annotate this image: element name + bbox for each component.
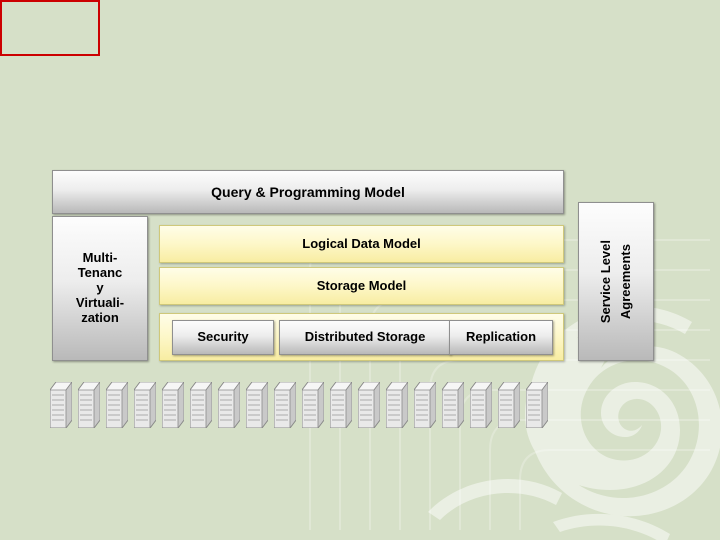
replication-box[interactable]: Replication [449, 320, 553, 355]
storage-model-box[interactable]: Storage Model [159, 267, 564, 305]
server-rack-icon [189, 380, 213, 430]
multi-tenancy-highlight-outline [0, 0, 100, 56]
server-rack-icon [133, 380, 157, 430]
server-rack-icon [357, 380, 381, 430]
service-level-agreements-box[interactable]: Service Level Agreements [578, 202, 654, 361]
service-level-label: Service Level [598, 239, 614, 324]
query-programming-model-label: Query & Programming Model [211, 183, 405, 200]
server-rack-icon [49, 380, 73, 430]
logical-data-model-box[interactable]: Logical Data Model [159, 225, 564, 263]
server-rack-icon [469, 380, 493, 430]
multi-tenancy-line-1: Multi- [82, 250, 118, 266]
logical-data-model-label: Logical Data Model [302, 235, 421, 251]
server-rack-icon [413, 380, 437, 430]
server-rack-icon [105, 380, 129, 430]
replication-label: Replication [465, 329, 537, 345]
query-programming-model-box[interactable]: Query & Programming Model [52, 170, 564, 214]
security-label: Security [197, 329, 249, 345]
multi-tenancy-line-2: Tenanc [77, 265, 123, 281]
server-rack-icon [497, 380, 521, 430]
virtualization-line-1: Virtuali- [75, 294, 125, 310]
server-rack-row [49, 372, 644, 430]
server-rack-icon [525, 380, 549, 430]
server-rack-icon [77, 380, 101, 430]
slide-canvas: Query & Programming Model Multi- Tenanc … [0, 0, 720, 540]
server-rack-icon [441, 380, 465, 430]
storage-model-label: Storage Model [316, 277, 407, 293]
server-rack-icon [217, 380, 241, 430]
security-box[interactable]: Security [172, 320, 274, 355]
server-rack-icon [245, 380, 269, 430]
multi-tenancy-line-3: y [96, 280, 104, 296]
distributed-storage-box[interactable]: Distributed Storage [279, 320, 451, 355]
virtualization-line-2: zation [81, 309, 119, 325]
server-rack-icon [329, 380, 353, 430]
server-rack-icon [385, 380, 409, 430]
distributed-storage-label: Distributed Storage [304, 329, 426, 345]
server-rack-icon [301, 380, 325, 430]
multi-tenancy-virtualization-box[interactable]: Multi- Tenanc y Virtuali- zation [52, 216, 148, 361]
server-rack-icon [161, 380, 185, 430]
server-rack-icon [273, 380, 297, 430]
agreements-label: Agreements [618, 243, 633, 320]
